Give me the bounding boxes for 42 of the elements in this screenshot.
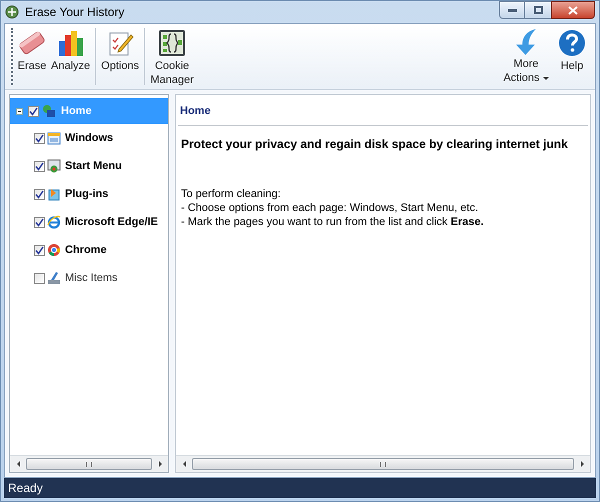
instruction-text: To perform cleaning: <box>181 187 282 201</box>
checkbox[interactable] <box>34 216 45 228</box>
toolbar-button[interactable]: Cookie Manager <box>148 26 196 87</box>
checkbox[interactable] <box>34 160 45 172</box>
close-button[interactable] <box>551 1 595 19</box>
page-heading: Home <box>180 105 211 117</box>
instruction-text: - Mark the pages you want to run from the list and click Erase. <box>181 215 485 229</box>
headline: Protect your privacy and regain disk space by clearing internet junk <box>181 136 569 153</box>
start-menu-icon <box>47 159 61 173</box>
tree-item[interactable]: Windows <box>10 124 168 152</box>
window-icon <box>47 131 61 145</box>
chrome-icon <box>47 243 61 257</box>
curved-arrow-icon <box>516 29 536 55</box>
toolbar-button[interactable]: Options <box>99 26 142 87</box>
window-title: Erase Your History <box>25 4 124 21</box>
scroll-thumb[interactable] <box>26 458 152 470</box>
tree-item[interactable]: Start Menu <box>10 152 168 180</box>
browser-e-icon <box>47 215 61 229</box>
collapse-icon[interactable] <box>16 108 23 114</box>
maximize-button[interactable] <box>525 1 551 19</box>
tree-item[interactable]: Chrome <box>10 236 168 264</box>
checkbox[interactable] <box>28 106 39 116</box>
toolbar-button[interactable]: Analyze <box>49 26 92 87</box>
app-icon <box>5 5 19 19</box>
checkbox[interactable] <box>34 272 45 284</box>
tree-item[interactable]: Microsoft Edge/IE <box>10 208 168 236</box>
instruction-text: - Choose options from each page: Windows, Start Menu, etc. <box>181 201 480 215</box>
checkbox[interactable] <box>34 188 45 200</box>
checkbox[interactable] <box>34 132 45 144</box>
code-window-icon <box>158 29 186 57</box>
toolbar-button[interactable]: Erase <box>15 26 49 87</box>
minimize-button[interactable] <box>499 1 525 19</box>
help-icon <box>558 29 586 57</box>
plugin-icon <box>47 187 61 201</box>
scroll-thumb[interactable] <box>192 458 574 470</box>
status-text: Ready <box>8 480 43 497</box>
close-icon <box>568 6 578 14</box>
tree-item[interactable]: Plug-ins <box>10 180 168 208</box>
tree-item[interactable]: Misc Items <box>10 264 168 292</box>
checkbox[interactable] <box>34 244 45 256</box>
toolbar-button[interactable]: More Actions <box>499 26 553 87</box>
toolbar-button[interactable]: Help <box>555 26 589 87</box>
